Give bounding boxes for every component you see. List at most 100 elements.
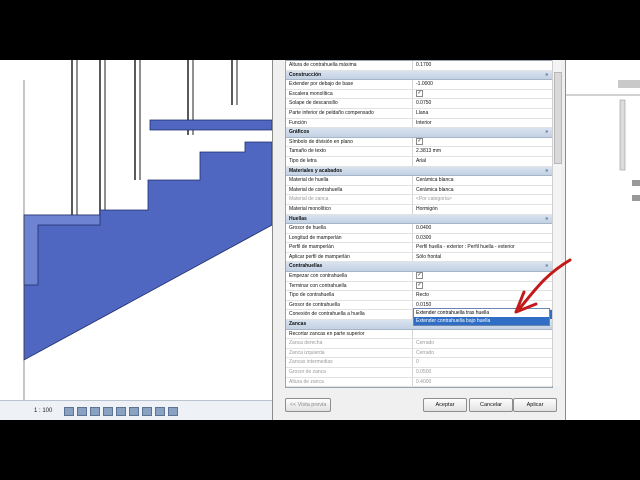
parameter-name: Grosor de zanca (286, 368, 413, 377)
checkmark-icon[interactable]: ✓ (416, 272, 423, 280)
parameter-value[interactable]: 2.3813 mm (413, 147, 552, 156)
show-crop-icon[interactable] (129, 406, 140, 416)
parameter-row[interactable]: Aplicar perfil de mamperlán Sólo frontal (286, 252, 552, 263)
parameter-row[interactable]: Símbolo de división en plano ✓ (286, 137, 552, 148)
parameter-name: Altura de contrahuella máxima (286, 61, 413, 70)
parameter-row[interactable]: Escalera monolítica ✓ (286, 89, 552, 100)
parameter-value[interactable]: Cerámica blanca (413, 186, 552, 195)
parameter-value[interactable]: 0.0750 (413, 99, 552, 108)
visual-style-icon[interactable] (77, 406, 88, 416)
parameter-value[interactable]: 0.4000 (413, 378, 552, 387)
view-scale[interactable]: 1 : 100 (34, 408, 52, 414)
parameter-value[interactable]: 0.0000 (413, 387, 552, 388)
collapse-chevron-icon[interactable]: » (545, 128, 548, 137)
parameter-row[interactable]: Material monolítico Hormigón (286, 204, 552, 215)
parameter-checkbox[interactable]: ✓ (413, 272, 552, 281)
parameter-value[interactable]: Cerrado (413, 339, 552, 348)
parameter-value[interactable]: 0.0500 (413, 368, 552, 377)
checkmark-icon[interactable]: ✓ (416, 89, 423, 97)
parameter-value[interactable]: 0 (413, 358, 552, 367)
parameter-name: Material de contrahuella (286, 185, 413, 195)
parameter-row[interactable]: Terminar con contrahuella ✓ (286, 281, 552, 292)
parameter-value[interactable]: 0.0300 (413, 234, 552, 243)
parameter-row[interactable]: Zanca derecha Cerrado (286, 339, 552, 349)
parameter-value[interactable]: 0.0400 (413, 224, 552, 233)
parameter-row[interactable]: Empezar con contrahuella ✓ (286, 272, 552, 282)
parameter-row[interactable]: Material de zanca <Por categoría> (286, 195, 552, 205)
parameter-row[interactable]: Altura de contrahuella máxima 0.1700 (286, 61, 552, 71)
group-header-label: Construcción (289, 71, 322, 78)
group-header[interactable]: Materiales y acabados » (286, 166, 552, 177)
parameter-value[interactable]: Sólo frontal (413, 253, 552, 262)
application-frame: 1 : 100 Altura de contrahuella máxima 0.1… (0, 60, 640, 420)
parameter-row[interactable]: Zanca izquierda Cerrado (286, 348, 552, 359)
group-header[interactable]: Huellas » (286, 214, 552, 225)
parameter-row[interactable]: Altura de zanca 0.4000 (286, 377, 552, 387)
parameter-name: Material de zanca (286, 195, 413, 204)
parameter-row[interactable]: Parte inferior de peldaño compensado Llan… (286, 108, 552, 119)
parameter-name: Zanca derecha (286, 339, 413, 348)
group-header[interactable]: Gráficos » (286, 128, 552, 138)
dropdown-option-extend-under[interactable]: Extender contrahuella bajo huella (414, 317, 549, 325)
parameter-row[interactable]: Zancas intermedias 0 (286, 358, 552, 368)
apply-button[interactable]: Aplicar (513, 398, 557, 412)
analytical-model-icon[interactable] (168, 406, 179, 416)
checkmark-icon[interactable]: ✓ (416, 137, 423, 145)
cancel-button[interactable]: Cancelar (469, 398, 513, 412)
drawing-viewport[interactable] (0, 60, 273, 400)
shadows-icon[interactable] (103, 406, 114, 416)
parameter-row[interactable]: Tamaño de texto 2.3813 mm (286, 147, 552, 157)
collapse-chevron-icon[interactable]: » (545, 262, 548, 271)
collapse-chevron-icon[interactable]: » (545, 71, 548, 80)
parameter-value[interactable]: Recto (413, 291, 552, 300)
parameter-value[interactable]: -1.0000 (413, 80, 552, 89)
parameter-value[interactable]: Arial (413, 157, 552, 166)
parameter-row[interactable]: Tipo de contrahuella Recto (286, 291, 552, 301)
parameter-name: Parte inferior de peldaño compensado (286, 108, 413, 118)
sun-path-icon[interactable] (90, 406, 101, 416)
parameter-value[interactable]: Cerámica blanca (413, 176, 552, 185)
parameter-row[interactable]: Perfil de mamperlán Perfil huella - exter… (286, 243, 552, 253)
parameter-row[interactable]: Tipo de letra Arial (286, 156, 552, 167)
collapse-chevron-icon[interactable]: » (545, 167, 548, 176)
parameter-value[interactable]: 0.1700 (413, 61, 552, 70)
parameter-row[interactable]: Recortar zancas en parte superior (286, 329, 552, 340)
parameter-row[interactable]: Extender por debajo de base -1.0000 (286, 80, 552, 90)
parameter-name: Conexión de contrahuella a huella (286, 310, 413, 320)
crop-view-icon[interactable] (116, 406, 127, 416)
parameter-value[interactable]: <Por categoría> (413, 195, 552, 204)
riser-connection-dropdown[interactable]: Extender contrahuella tras huella Extend… (413, 308, 550, 326)
parameter-checkbox[interactable]: ✓ (413, 89, 552, 99)
parameter-row[interactable]: Solape de descansillo 0.0750 (286, 99, 552, 109)
type-properties-dialog: Altura de contrahuella máxima 0.1700 Const… (272, 60, 566, 420)
detail-level-icon[interactable] (64, 406, 75, 416)
collapse-chevron-icon[interactable]: » (545, 215, 548, 224)
checkmark-icon[interactable]: ✓ (416, 281, 423, 289)
parameter-row[interactable]: Desfase de zanca abierta0.0000 (286, 387, 552, 388)
parameter-row[interactable]: Grosor de zanca 0.0500 (286, 368, 552, 378)
parameter-row[interactable]: Grosor de huella 0.0400 (286, 224, 552, 234)
parameter-value[interactable]: Interior (413, 119, 552, 128)
dropdown-option-extend-behind[interactable]: Extender contrahuella tras huella (414, 309, 549, 317)
right-viewport[interactable] (560, 60, 640, 420)
group-header[interactable]: Construcción » (286, 70, 552, 81)
parameter-value[interactable]: Hormigón (413, 205, 552, 214)
group-header[interactable]: Contrahuellas » (286, 262, 552, 273)
parameter-row[interactable]: Material de huella Cerámica blanca (286, 176, 552, 186)
parameter-value[interactable]: Cerrado (413, 349, 552, 358)
accept-button[interactable]: Aceptar (423, 398, 467, 412)
temporary-hide-icon[interactable] (142, 406, 153, 416)
parameter-value[interactable] (413, 330, 552, 339)
parameter-row[interactable]: Material de contrahuella Cerámica blanca (286, 185, 552, 196)
parameter-row[interactable]: Longitud de mamperlán 0.0300 (286, 233, 552, 244)
parameter-checkbox[interactable]: ✓ (413, 137, 552, 147)
type-parameters-grid: Altura de contrahuella máxima 0.1700 Const… (285, 60, 553, 388)
reveal-hidden-icon[interactable] (155, 406, 166, 416)
grid-scrollbar[interactable] (552, 60, 562, 386)
parameter-value[interactable]: Llana (413, 109, 552, 118)
preview-button[interactable]: << Vista previa (285, 398, 331, 412)
scrollbar-thumb[interactable] (554, 72, 562, 164)
parameter-row[interactable]: Función Interior (286, 118, 552, 129)
parameter-value[interactable]: Perfil huella - exterior : Perfil huella… (413, 243, 552, 252)
parameter-checkbox[interactable]: ✓ (413, 281, 552, 291)
